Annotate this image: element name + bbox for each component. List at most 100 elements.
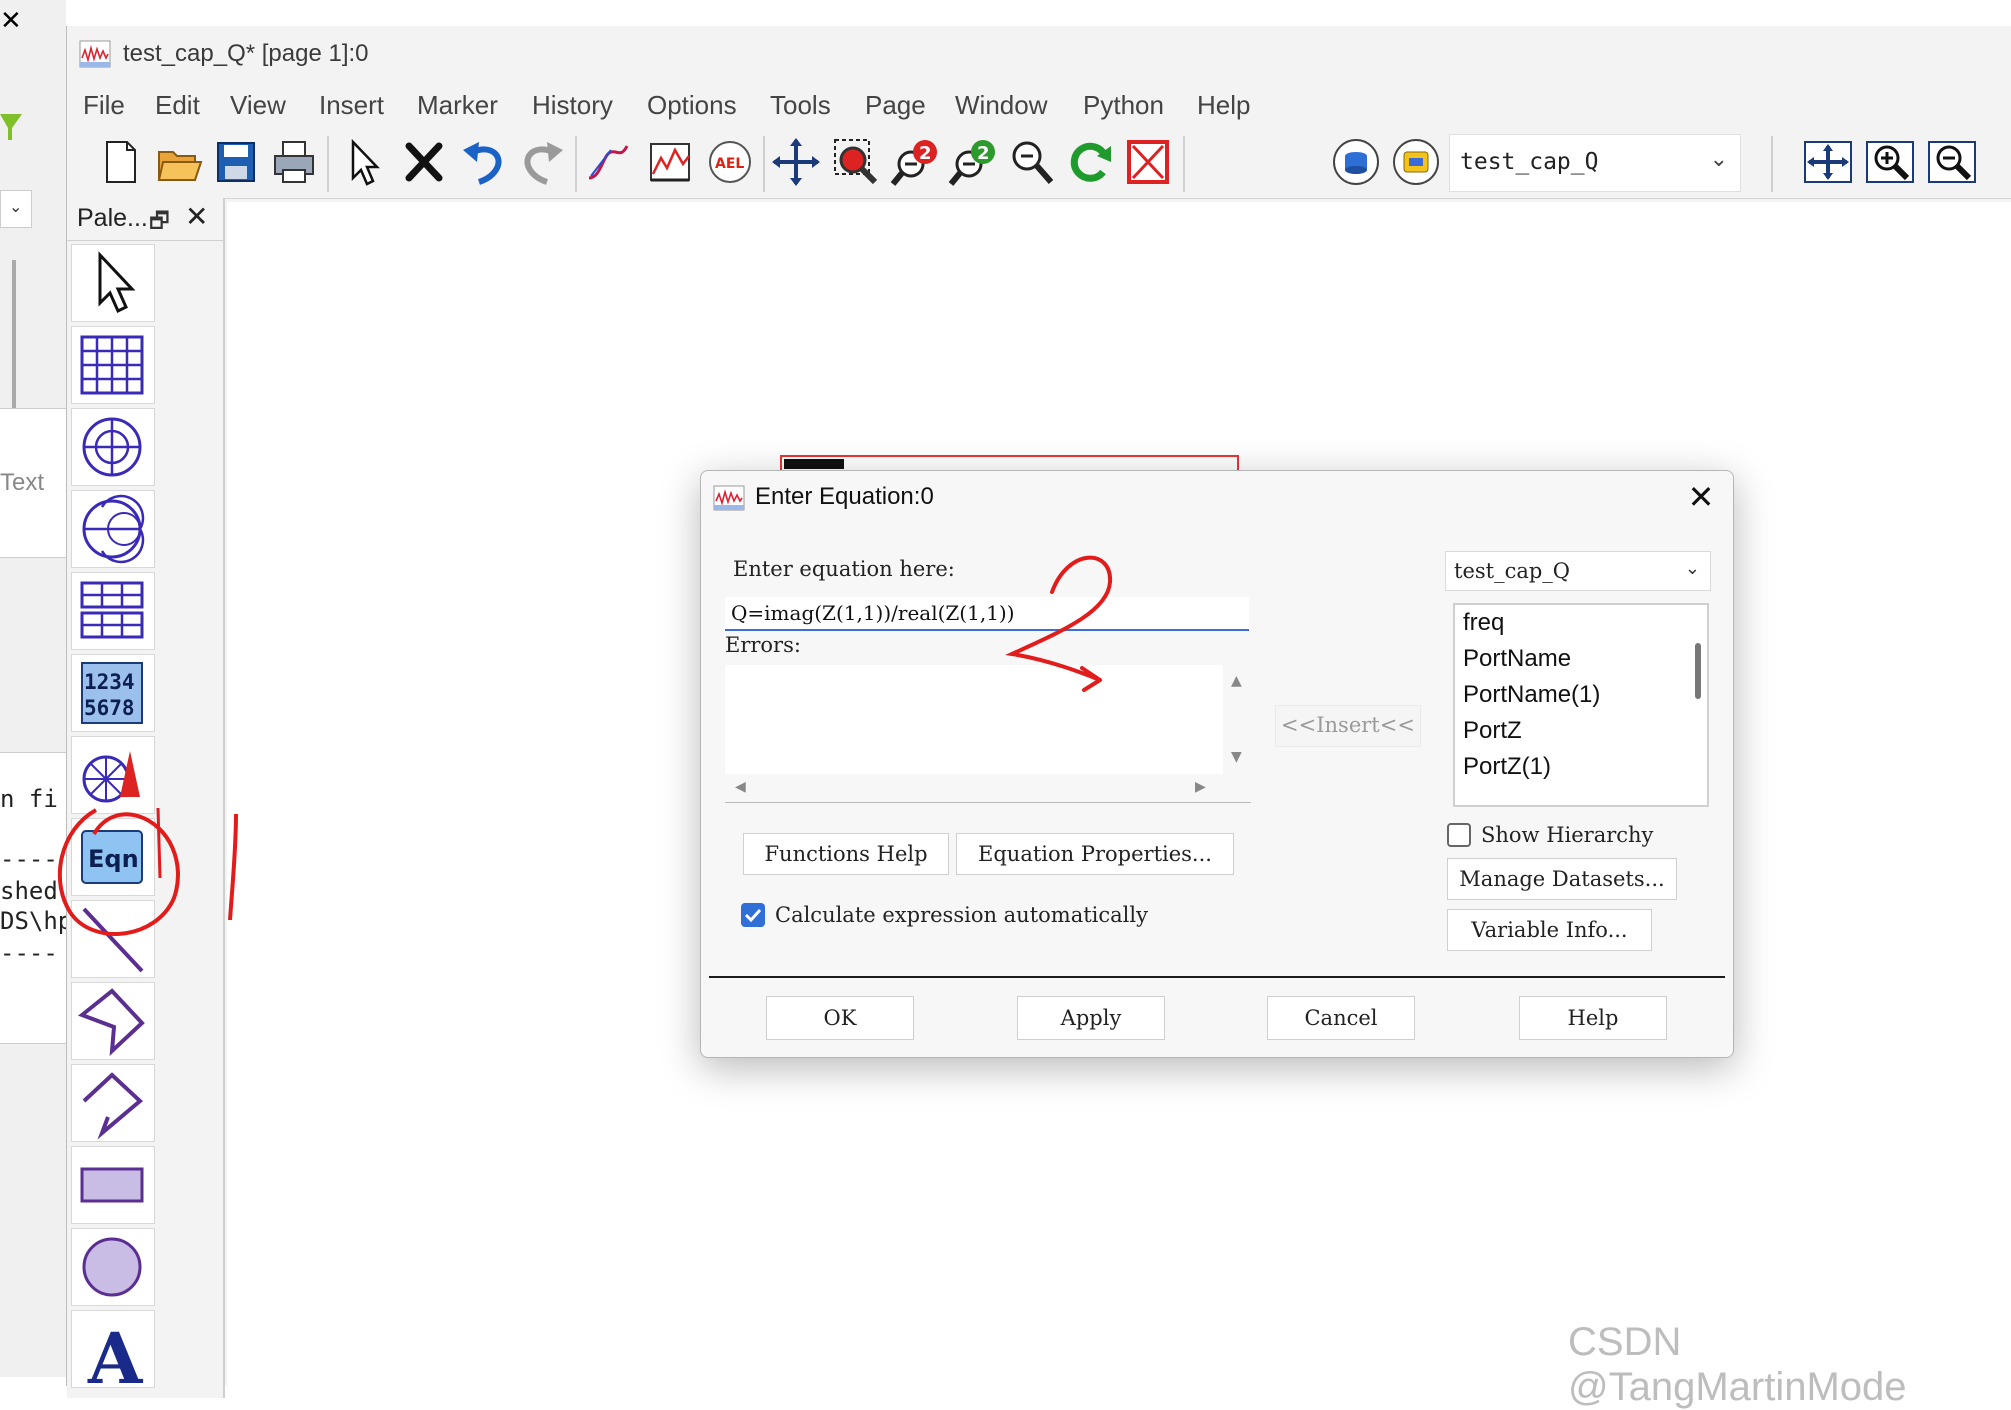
stop-icon[interactable] <box>1121 134 1175 190</box>
menu-marker[interactable]: Marker <box>417 90 498 121</box>
zoom-out-2-icon[interactable]: 2 <box>947 134 1001 190</box>
svg-text:2: 2 <box>919 143 932 164</box>
variable-item[interactable]: PortName <box>1463 645 1571 673</box>
calculate-auto-checkbox[interactable] <box>741 903 765 927</box>
help-button[interactable]: Help <box>1519 996 1667 1040</box>
plot-object-outline[interactable] <box>780 455 1239 471</box>
menu-edit[interactable]: Edit <box>155 90 200 121</box>
menu-help[interactable]: Help <box>1197 90 1250 121</box>
waveform-logo-icon <box>713 485 745 511</box>
background-text-1: ---- <box>0 845 58 873</box>
errors-box[interactable]: ▲ ▼ ◀ ▶ <box>725 665 1251 803</box>
scroll-right-icon[interactable]: ▶ <box>1195 779 1206 795</box>
zoom-plus-icon[interactable] <box>1863 134 1917 190</box>
equation-properties-button[interactable]: Equation Properties... <box>956 833 1234 875</box>
palette-rectangle[interactable] <box>71 1146 155 1224</box>
palette-select-arrow[interactable] <box>71 244 155 322</box>
palette-smith-chart[interactable] <box>71 490 155 568</box>
cancel-button[interactable]: Cancel <box>1267 996 1415 1040</box>
redo-icon[interactable] <box>515 134 569 190</box>
zoom-fit-icon[interactable] <box>1005 134 1059 190</box>
print-icon[interactable] <box>267 134 321 190</box>
dataset-dropdown[interactable]: test_cap_Q ⌄ <box>1449 134 1741 192</box>
variable-list[interactable]: freq PortName PortName(1) PortZ PortZ(1) <box>1453 603 1709 807</box>
plot-icon[interactable] <box>643 134 697 190</box>
save-icon[interactable] <box>209 134 263 190</box>
apply-button[interactable]: Apply <box>1017 996 1165 1040</box>
enter-equation-dialog: Enter Equation:0 ✕ Enter equation here: … <box>700 470 1734 1058</box>
restore-icon[interactable]: 🗗 <box>149 204 170 242</box>
plot-object-fill <box>784 459 844 469</box>
background-close-icon[interactable]: ✕ <box>0 6 22 36</box>
background-panel-top: Text <box>0 408 66 558</box>
pan-icon[interactable] <box>1801 134 1855 190</box>
menu-options[interactable]: Options <box>647 90 737 121</box>
new-file-icon[interactable] <box>93 134 147 190</box>
variable-item[interactable]: freq <box>1463 609 1504 637</box>
ael-icon[interactable]: AEL <box>703 134 757 190</box>
menu-insert[interactable]: Insert <box>319 90 384 121</box>
functions-help-button[interactable]: Functions Help <box>743 833 949 875</box>
trace-icon[interactable] <box>581 134 635 190</box>
watermark: CSDN @TangMartinMode <box>1568 1320 1907 1409</box>
menu-history[interactable]: History <box>532 90 613 121</box>
palette-polar-plot[interactable] <box>71 408 155 486</box>
ok-button[interactable]: OK <box>766 996 914 1040</box>
scroll-down-icon[interactable]: ▼ <box>1231 749 1242 765</box>
dialog-close-icon[interactable]: ✕ <box>1683 479 1719 515</box>
errors-vertical-scrollbar[interactable]: ▲ ▼ <box>1223 665 1251 775</box>
equation-input[interactable] <box>725 597 1249 631</box>
zoom-in-2-icon[interactable]: 2 <box>889 134 943 190</box>
variable-item[interactable]: PortZ <box>1463 717 1522 745</box>
palette-polyline[interactable] <box>71 982 155 1060</box>
palette-list[interactable] <box>71 572 155 650</box>
refresh-icon[interactable] <box>1063 134 1117 190</box>
menu-tools[interactable]: Tools <box>770 90 831 121</box>
manage-datasets-button[interactable]: Manage Datasets... <box>1447 858 1677 900</box>
move-icon[interactable] <box>769 134 823 190</box>
calculate-auto-label: Calculate expression automatically <box>775 903 1148 927</box>
chevron-down-icon: ⌄ <box>1684 558 1700 579</box>
svg-text:1234: 1234 <box>84 670 135 694</box>
toolbar-separator <box>327 136 329 192</box>
palette-stacked-rect-plot[interactable]: 1234 5678 <box>71 654 155 732</box>
dialog-dataset-value: test_cap_Q <box>1454 559 1571 583</box>
background-text-0: n fi <box>0 785 58 813</box>
menu-file[interactable]: File <box>83 90 125 121</box>
database-icon[interactable] <box>1329 134 1383 190</box>
palette-text[interactable]: A <box>71 1310 155 1400</box>
menu-view[interactable]: View <box>230 90 286 121</box>
variable-list-scrollbar[interactable] <box>1695 643 1701 699</box>
toolbar-separator <box>1183 136 1185 192</box>
open-folder-icon[interactable] <box>151 134 205 190</box>
variable-info-button[interactable]: Variable Info... <box>1447 909 1652 951</box>
palette-close-icon[interactable]: ✕ <box>185 200 208 233</box>
palette-circle[interactable] <box>71 1228 155 1306</box>
palette-polygon[interactable] <box>71 1064 155 1142</box>
zoom-area-icon[interactable] <box>829 134 883 190</box>
errors-horizontal-scrollbar[interactable]: ◀ ▶ <box>725 774 1251 803</box>
delete-x-icon[interactable] <box>397 134 451 190</box>
dialog-dataset-dropdown[interactable]: test_cap_Q ⌄ <box>1445 551 1711 591</box>
palette-equation[interactable]: Eqn <box>71 818 155 896</box>
toolbar-separator <box>575 136 577 192</box>
menu-window[interactable]: Window <box>955 90 1047 121</box>
dataset-icon[interactable] <box>1389 134 1443 190</box>
background-scroll[interactable] <box>12 260 16 410</box>
background-dropdown[interactable]: ⌄ <box>0 190 32 228</box>
show-hierarchy-checkbox[interactable] <box>1447 823 1471 847</box>
variable-item[interactable]: PortZ(1) <box>1463 753 1551 781</box>
filter-icon <box>0 114 22 140</box>
palette-antenna-plot[interactable] <box>71 736 155 814</box>
zoom-minus-icon[interactable] <box>1925 134 1979 190</box>
menu-page[interactable]: Page <box>865 90 926 121</box>
menu-python[interactable]: Python <box>1083 90 1164 121</box>
scroll-up-icon[interactable]: ▲ <box>1231 673 1242 689</box>
insert-button[interactable]: <<Insert<< <box>1275 705 1421 747</box>
scroll-left-icon[interactable]: ◀ <box>735 779 746 795</box>
palette-line[interactable] <box>71 900 155 978</box>
variable-item[interactable]: PortName(1) <box>1463 681 1600 709</box>
undo-icon[interactable] <box>457 134 511 190</box>
select-arrow-icon[interactable] <box>335 134 389 190</box>
palette-rectangular-plot[interactable] <box>71 326 155 404</box>
